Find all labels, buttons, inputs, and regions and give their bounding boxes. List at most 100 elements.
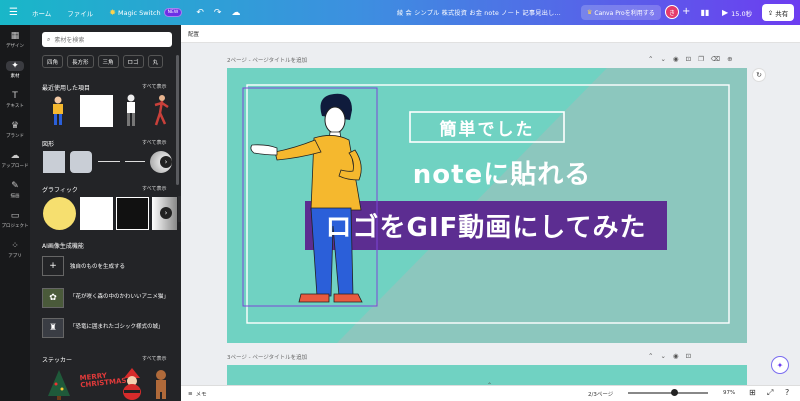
chip-rectangle[interactable]: 長方形: [67, 55, 94, 68]
graphics-see-all[interactable]: すべて表示: [142, 185, 166, 192]
duplicate-icon[interactable]: ❐: [698, 55, 704, 63]
sticker-christmas-tree[interactable]: [48, 370, 70, 401]
shape-line-2[interactable]: [125, 161, 145, 162]
elements-panel: ⌕ 素材を検索 四角 長方形 三角 ロゴ 丸 最近使用した項目 すべて表示 図形…: [30, 25, 181, 401]
sparkle-icon: ✸: [109, 8, 116, 17]
shape-square[interactable]: [43, 151, 65, 173]
rail-item-apps[interactable]: ⁘ アプリ: [0, 241, 30, 259]
cloud-save-icon[interactable]: ☁: [231, 8, 240, 18]
menu-icon[interactable]: ☰: [9, 7, 18, 18]
zoom-value[interactable]: 97%: [723, 390, 735, 396]
chip-circle[interactable]: 丸: [147, 55, 164, 68]
undo-icon[interactable]: ↶: [196, 8, 204, 18]
page2-title[interactable]: 2ページ - ページタイトルを追加: [227, 56, 307, 64]
rail-label: ブランド: [6, 134, 24, 139]
crown-icon: ♛: [587, 9, 593, 16]
share-button[interactable]: ⇪ 共有: [762, 4, 794, 21]
graphic-yellow-circle[interactable]: [43, 197, 76, 230]
play-icon: ▶: [722, 8, 729, 17]
plus-icon: +: [42, 256, 64, 276]
panel-scrollbar[interactable]: [176, 55, 179, 185]
chip-triangle[interactable]: 三角: [97, 55, 119, 68]
page-count[interactable]: 2/3ページ: [588, 390, 613, 398]
zoom-slider-handle[interactable]: [670, 389, 678, 396]
chip-square[interactable]: 四角: [42, 55, 64, 68]
magic-switch-label: Magic Switch: [117, 8, 161, 17]
trash-icon[interactable]: ⌫: [711, 55, 720, 63]
slide-title-box[interactable]: 簡単でした: [410, 112, 564, 142]
shape-line[interactable]: [98, 161, 120, 162]
slide-page-2[interactable]: 簡単でした noteに貼れる ロゴをGIF動画にしてみた: [227, 68, 747, 343]
file-menu[interactable]: ファイル: [67, 8, 93, 18]
stickers-see-all[interactable]: すべて表示: [142, 355, 166, 362]
document-title[interactable]: 綾 会 シンプル 株式投資 お金 note ノート 記事見出し...: [397, 8, 561, 17]
insights-icon[interactable]: ▮▮: [698, 5, 712, 19]
slide-banner-text[interactable]: ロゴをGIF動画にしてみた: [305, 201, 667, 250]
rail-item-design[interactable]: ▦ デザイン: [0, 31, 30, 49]
rail-item-projects[interactable]: ▭ プロジェクト: [0, 211, 30, 229]
castle-icon: ♜: [42, 318, 64, 338]
canva-pro-label: Canva Proを利用する: [594, 10, 655, 17]
sticker-gingerbread[interactable]: [152, 369, 170, 401]
arrange-button[interactable]: 配置: [188, 30, 199, 38]
notes-button[interactable]: ≡ メモ: [188, 390, 207, 398]
sticker-santa[interactable]: [120, 368, 144, 401]
lock-icon[interactable]: ⊡: [686, 352, 691, 360]
avatar[interactable]: き: [665, 5, 679, 19]
zoom-slider[interactable]: [628, 392, 708, 394]
home-button[interactable]: ホーム: [32, 8, 51, 18]
design-icon: ▦: [10, 31, 20, 41]
page3-title[interactable]: 3ページ - ページタイトルを追加: [227, 353, 307, 361]
graphic-white-square[interactable]: [80, 197, 113, 230]
search-input[interactable]: ⌕ 素材を検索: [42, 32, 172, 47]
shapes-see-all[interactable]: すべて表示: [142, 139, 166, 146]
shape-rounded-square[interactable]: [70, 151, 92, 173]
present-button[interactable]: ▶ 15.0秒: [717, 5, 757, 20]
rail-item-draw[interactable]: ✎ 描画: [0, 181, 30, 199]
magic-switch-button[interactable]: ✸ Magic Switch NEW: [109, 8, 183, 17]
chevron-down-icon[interactable]: ⌄: [660, 352, 665, 360]
grid-view-icon[interactable]: ⊞: [749, 388, 756, 397]
chevron-right-icon[interactable]: ›: [160, 156, 172, 168]
recent-thumb-dancer[interactable]: [150, 93, 172, 127]
stickers-title: ステッカー: [42, 357, 73, 364]
recent-thumb-figure[interactable]: [122, 93, 140, 127]
ai-generate-own[interactable]: + 独自のものを生成する: [42, 256, 126, 276]
rail-item-brand[interactable]: ♛ ブランド: [0, 121, 30, 139]
add-page-icon[interactable]: ⊕: [727, 55, 732, 63]
rail-item-elements[interactable]: ✦ 素材: [0, 61, 30, 79]
eye-icon[interactable]: ◉: [673, 352, 679, 360]
chevron-up-icon[interactable]: ⌃: [648, 352, 653, 360]
fullscreen-icon[interactable]: ⤢: [767, 388, 773, 398]
rail-item-text[interactable]: T テキスト: [0, 91, 30, 109]
character-illustration: [250, 93, 363, 303]
new-badge: NEW: [163, 8, 183, 17]
refresh-icon[interactable]: ↻: [752, 68, 766, 82]
chip-logo[interactable]: ロゴ: [122, 55, 144, 68]
ai-item-label: 独自のものを生成する: [70, 264, 126, 270]
help-icon[interactable]: ?: [785, 388, 789, 397]
chevron-down-icon[interactable]: ⌄: [660, 55, 665, 63]
recent-thumb-white-square[interactable]: [80, 95, 113, 127]
upload-icon: ☁: [10, 151, 20, 161]
magic-assistant-icon[interactable]: ✦: [771, 356, 789, 374]
eye-icon[interactable]: ◉: [673, 55, 679, 63]
rail-item-uploads[interactable]: ☁ アップロード: [0, 151, 30, 169]
ai-prompt-castle[interactable]: ♜ 「恐竜に囲まれたゴシック様式の城」: [42, 318, 167, 338]
chevron-right-icon[interactable]: ›: [160, 207, 172, 219]
lock-icon[interactable]: ⊡: [686, 55, 691, 63]
recent-see-all[interactable]: すべて表示: [142, 83, 166, 90]
graphics-title: グラフィック: [42, 187, 78, 194]
chevron-up-icon[interactable]: ⌃: [648, 55, 653, 63]
slide-subtitle[interactable]: noteに貼れる: [377, 154, 627, 191]
ai-prompt-cat[interactable]: ✿ 「花が咲く森の中のかわいいアニメ猫」: [42, 288, 169, 308]
canva-pro-button[interactable]: ♛ Canva Proを利用する: [581, 5, 661, 20]
play-duration: 15.0秒: [731, 9, 753, 18]
left-rail: ▦ デザイン ✦ 素材 T テキスト ♛ ブランド ☁ アップロード ✎ 描画 ▭ プロジェク…: [0, 25, 30, 401]
add-collaborator-icon[interactable]: +: [682, 6, 690, 17]
expand-icon[interactable]: ⌃: [487, 382, 492, 389]
graphic-outline-square[interactable]: [116, 197, 149, 230]
folder-icon: ▭: [10, 211, 20, 221]
recent-thumb-person[interactable]: [45, 95, 71, 127]
redo-icon[interactable]: ↷: [214, 8, 222, 18]
